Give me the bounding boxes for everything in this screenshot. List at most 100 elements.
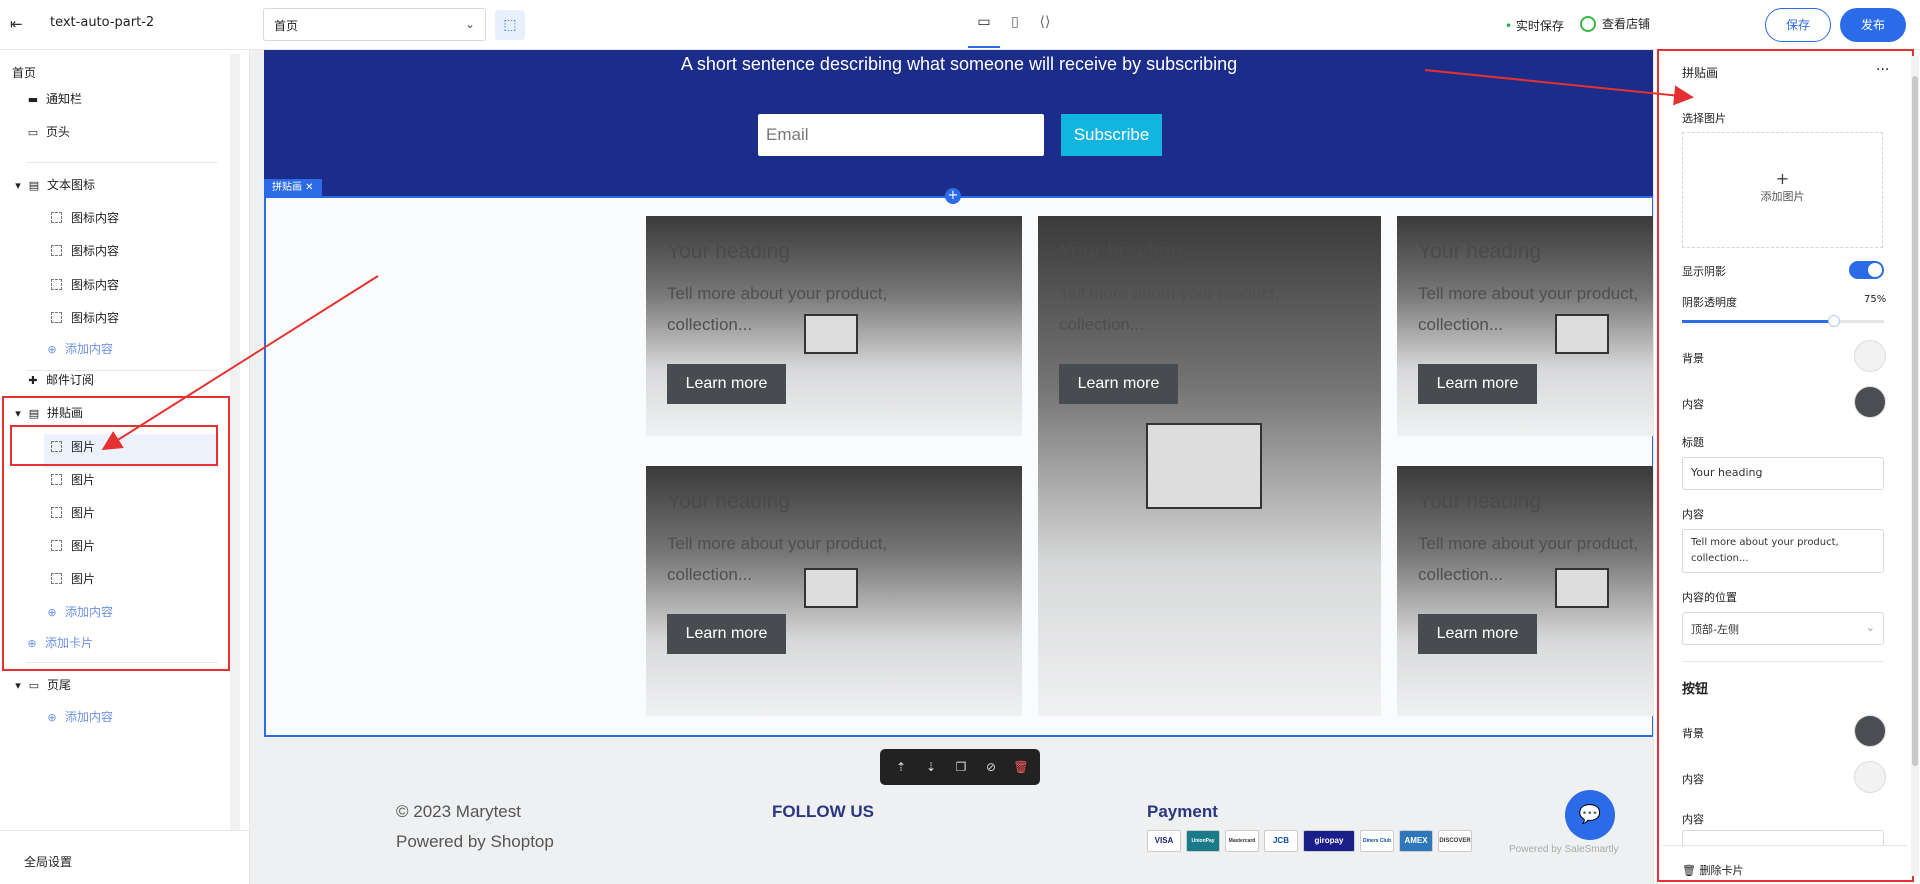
button-text-label: 内容 [1682, 813, 1704, 826]
tree-item-notice-bar[interactable]: ▬ 通知栏 [26, 84, 82, 114]
collage-card[interactable]: Your heading Tell more about your produc… [1038, 216, 1381, 716]
background-color-swatch[interactable] [1854, 340, 1886, 372]
collage-section[interactable]: Your heading Tell more about your produc… [264, 196, 1653, 737]
tablet-view-icon[interactable]: ▯ [1003, 10, 1027, 34]
add-card-button[interactable]: ⊕ 添加卡片 [25, 628, 93, 658]
move-down-icon[interactable]: ⇣ [922, 758, 940, 776]
editor-canvas: A short sentence describing what someone… [250, 50, 1653, 884]
shadow-opacity-value: 75% [1864, 294, 1887, 305]
tree-item-footer[interactable]: ▾ ▭ 页尾 [13, 670, 71, 700]
heading-input[interactable]: Your heading [1682, 457, 1884, 490]
subscribe-button[interactable]: Subscribe [1061, 114, 1162, 156]
learn-more-button[interactable]: Learn more [667, 364, 786, 404]
button-bg-color-swatch[interactable] [1854, 715, 1886, 747]
delete-card-button[interactable]: 🗑 删除卡片 [1682, 862, 1743, 878]
page-select[interactable]: 首页 ⌄ [263, 8, 486, 41]
store-icon [1580, 16, 1596, 32]
save-button[interactable]: 保存 [1765, 8, 1831, 42]
chat-widget-icon[interactable]: 💬 [1565, 790, 1615, 840]
content-position-select[interactable]: 顶部-左侧 ⌄ [1682, 612, 1884, 645]
delete-icon[interactable]: 🗑 [1012, 758, 1030, 776]
block-icon [51, 245, 62, 256]
shadow-opacity-slider[interactable] [1682, 315, 1884, 327]
learn-more-button[interactable]: Learn more [1059, 364, 1178, 404]
heading-label: 标题 [1682, 436, 1704, 449]
chat-powered-by: Powered by SaleSmartly [1509, 844, 1619, 855]
tree-child-image[interactable]: 图片 [51, 465, 95, 495]
page-select-value: 首页 [274, 19, 299, 33]
tree-child-icon-content[interactable]: 图标内容 [51, 203, 119, 233]
footer-payment: Payment [1147, 802, 1218, 821]
hide-icon[interactable]: ⊘ [982, 758, 1000, 776]
footer-icon: ▭ [28, 679, 40, 692]
divider [1682, 661, 1884, 662]
card-heading: Your heading [667, 490, 791, 513]
publish-button[interactable]: 发布 [1840, 8, 1906, 42]
tree-item-label: 图标内容 [71, 211, 120, 225]
scrollbar-thumb[interactable] [1912, 76, 1918, 766]
section-toolbar: ⇡ ⇣ ❐ ⊘ 🗑 [880, 749, 1040, 785]
move-up-icon[interactable]: ⇡ [892, 758, 910, 776]
subscribe-section[interactable]: A short sentence describing what someone… [264, 50, 1653, 198]
image-upload-area[interactable]: + 添加图片 [1682, 132, 1883, 248]
learn-more-button[interactable]: Learn more [667, 614, 786, 654]
tree-child-image[interactable]: 图片 [51, 498, 95, 528]
global-settings[interactable]: 全局设置 [0, 830, 250, 884]
more-options-icon[interactable]: ··· [1876, 62, 1889, 78]
select-image-label: 选择图片 [1682, 112, 1726, 125]
tree-item-label: 邮件订阅 [46, 373, 95, 387]
learn-more-button[interactable]: Learn more [1418, 364, 1537, 404]
plus-circle-icon: ⊕ [47, 606, 57, 619]
duplicate-icon[interactable]: ❐ [952, 758, 970, 776]
image-placeholder-icon [804, 568, 858, 608]
tree-item-collage[interactable]: ▾ ▤ 拼贴画 [13, 398, 83, 428]
add-content-button[interactable]: ⊕ 添加内容 [45, 597, 113, 627]
exit-icon[interactable]: ⇤ [10, 15, 30, 35]
add-content-button[interactable]: ⊕ 添加内容 [45, 702, 113, 732]
collage-card[interactable]: Your heading Tell more about your produc… [646, 466, 1022, 716]
view-store-link[interactable]: 查看店铺 [1580, 15, 1650, 32]
jcb-icon: JCB [1264, 830, 1298, 852]
show-shadow-toggle[interactable] [1849, 261, 1884, 279]
content-position-label: 内容的位置 [1682, 591, 1737, 604]
tree-child-icon-content[interactable]: 图标内容 [51, 303, 119, 333]
email-input[interactable]: Email [758, 114, 1044, 156]
block-icon [51, 312, 62, 323]
tree-child-icon-content[interactable]: 图标内容 [51, 236, 119, 266]
add-content-label: 添加内容 [65, 710, 114, 724]
section-tag[interactable]: 拼贴画 ✕ [264, 179, 322, 196]
document-icon: ▤ [28, 179, 40, 192]
content-textarea[interactable]: Tell more about your product, collection… [1682, 529, 1884, 573]
code-view-icon[interactable]: ⟨⟩ [1033, 10, 1057, 34]
tree-child-image[interactable]: 图片 [51, 564, 95, 594]
element-select-icon[interactable]: ⬚ [495, 10, 525, 40]
button-bg-label: 背景 [1682, 727, 1704, 740]
desktop-view-icon[interactable]: ▭ [972, 10, 996, 34]
settings-scrollbar[interactable] [1911, 56, 1919, 876]
collage-card[interactable]: Your heading Tell more about your produc… [1397, 216, 1653, 436]
tree-item-email-subscribe[interactable]: ✚ 邮件订阅 [26, 365, 94, 395]
tree-child-icon-content[interactable]: 图标内容 [51, 270, 119, 300]
footer-copyright: © 2023 Marytest [396, 802, 521, 821]
collage-card[interactable]: Your heading Tell more about your produc… [646, 216, 1022, 436]
tree-child-image[interactable]: 图片 [51, 531, 95, 561]
tree-item-text-icon[interactable]: ▾ ▤ 文本图标 [13, 170, 95, 200]
card-text: Tell more about your product, collection… [1059, 284, 1280, 334]
giropay-icon: giropay [1303, 830, 1355, 852]
tree-item-label: 图标内容 [71, 311, 120, 325]
collage-card[interactable]: Your heading Tell more about your produc… [1397, 466, 1653, 716]
learn-more-button[interactable]: Learn more [1418, 614, 1537, 654]
button-content-color-swatch[interactable] [1854, 761, 1886, 793]
image-placeholder-icon [1146, 423, 1262, 509]
tree-item-header[interactable]: ▭ 页头 [26, 117, 70, 147]
amex-icon: AMEX [1399, 830, 1433, 852]
add-section-icon[interactable]: + [945, 188, 961, 204]
slider-handle[interactable] [1827, 315, 1840, 327]
add-content-button[interactable]: ⊕ 添加内容 [45, 334, 113, 364]
trash-icon: 🗑 [1682, 864, 1696, 877]
tree-child-image-selected[interactable]: 图片 [51, 432, 95, 462]
autosave-label: 实时保存 [1515, 19, 1564, 33]
tree-scrollbar[interactable] [230, 54, 240, 830]
card-heading: Your heading [667, 240, 791, 263]
content-color-swatch[interactable] [1854, 386, 1886, 418]
